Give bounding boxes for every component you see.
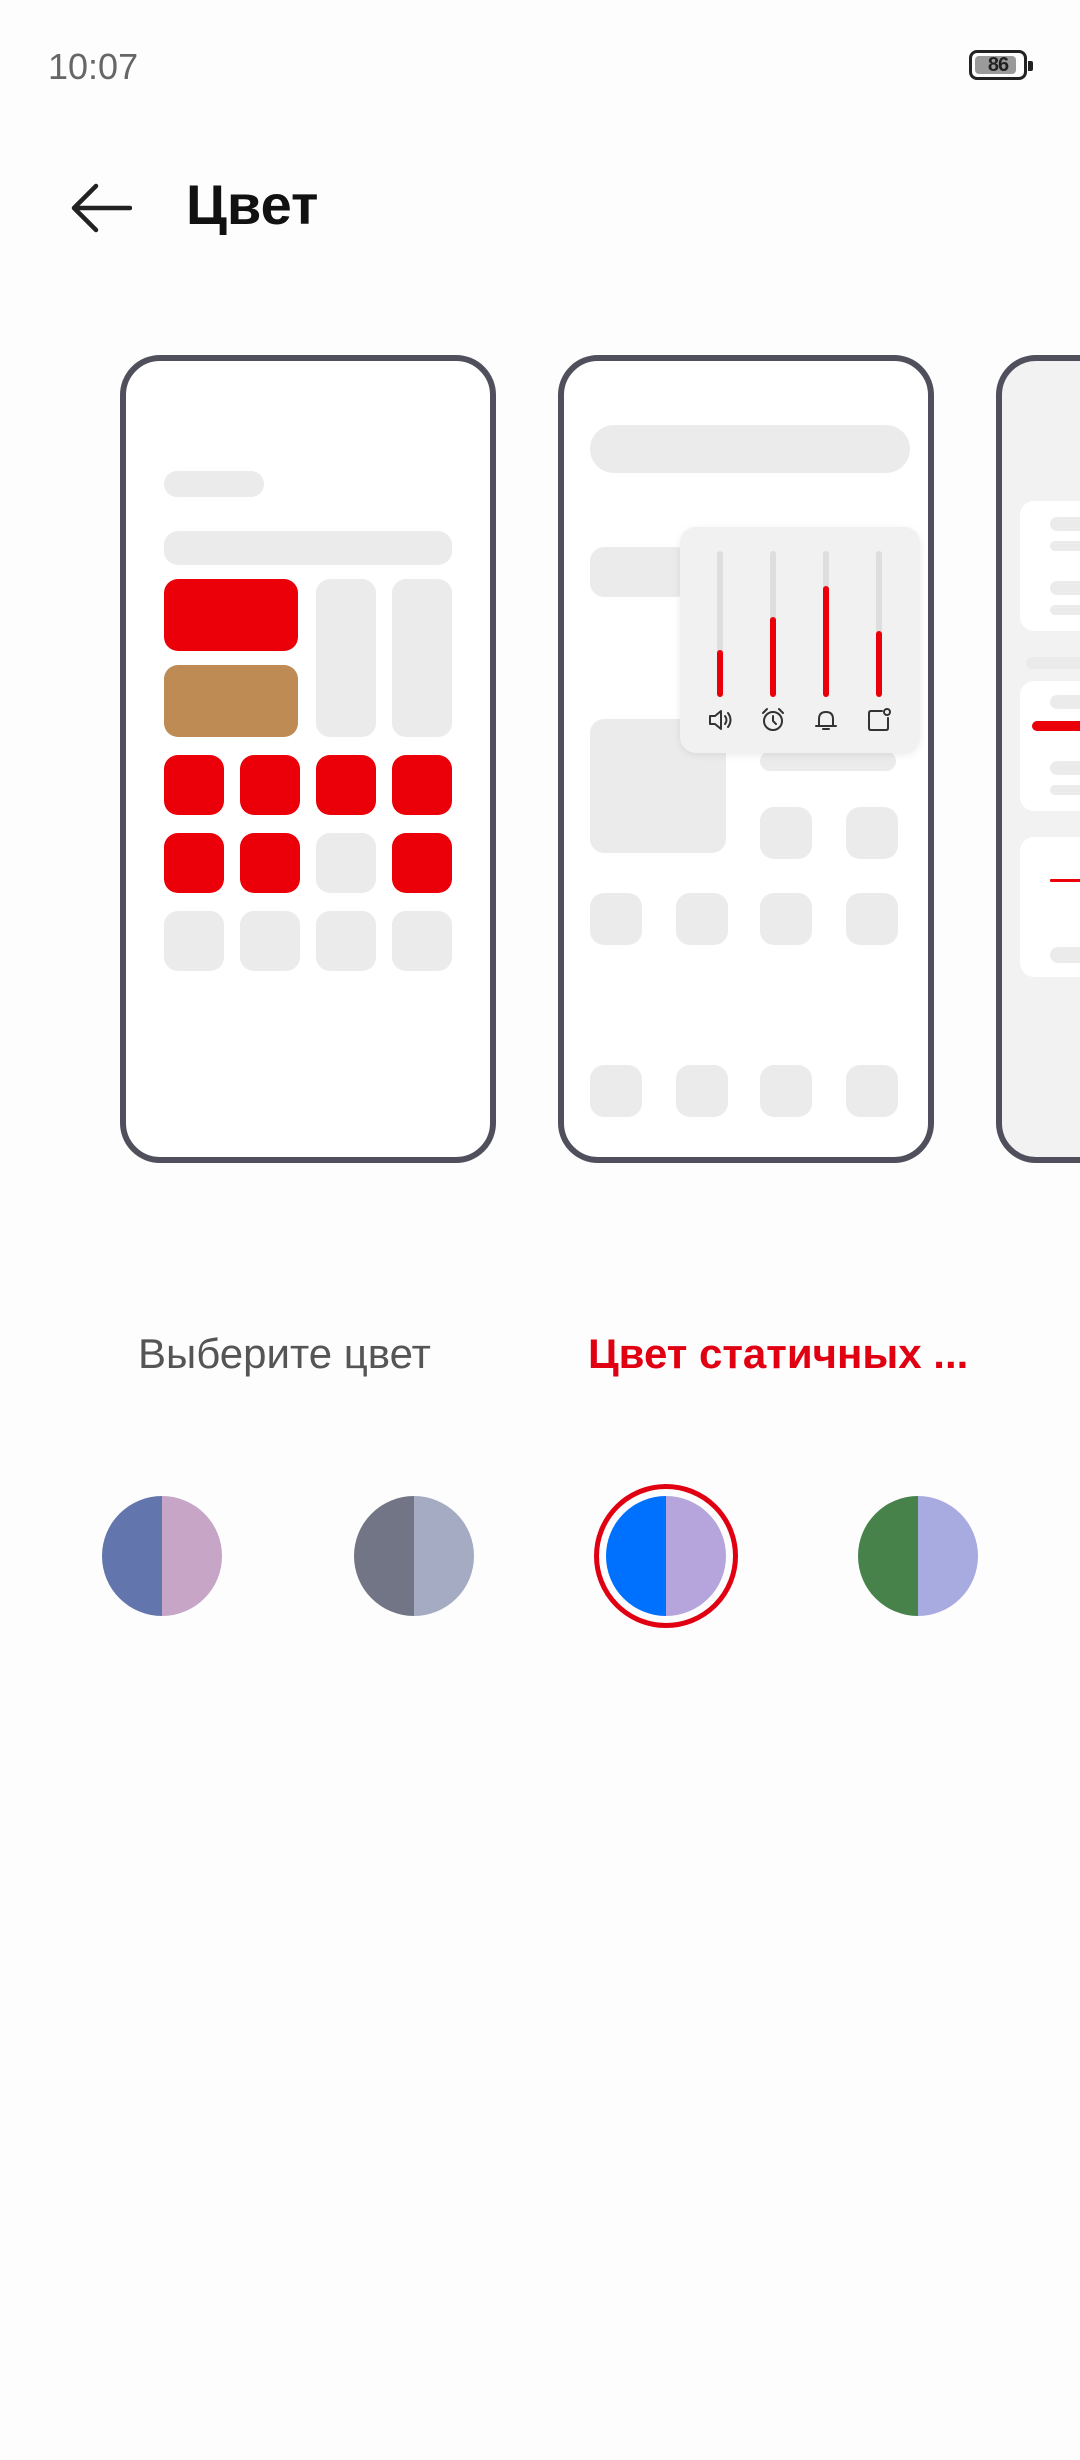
accent-app-icon xyxy=(164,833,224,893)
accent-app-icon xyxy=(392,833,452,893)
swatch-right-half xyxy=(918,1496,978,1616)
placeholder-app-icon xyxy=(760,1065,812,1117)
placeholder-widget xyxy=(392,579,452,737)
volume-slider-notification xyxy=(876,551,882,697)
volume-slider-fill xyxy=(770,616,776,697)
swatch-0[interactable] xyxy=(102,1496,222,1616)
preview-volume-panel[interactable] xyxy=(558,355,934,1163)
swatch-left-half xyxy=(606,1496,666,1616)
status-time: 10:07 xyxy=(48,46,139,87)
volume-slider-media xyxy=(717,551,723,697)
placeholder-app-icon xyxy=(846,1065,898,1117)
swatch-1[interactable] xyxy=(354,1496,474,1616)
swatch-right-half xyxy=(666,1496,726,1616)
page-title: Цвет xyxy=(186,173,319,236)
preview-settings[interactable] xyxy=(996,355,1080,1163)
placeholder-app-icon xyxy=(240,911,300,971)
swatch-right-half xyxy=(162,1496,222,1616)
placeholder-card xyxy=(1020,501,1080,631)
color-swatches xyxy=(0,1484,1080,1630)
placeholder-app-icon xyxy=(846,807,898,859)
notification-icon xyxy=(868,708,891,731)
swatch-3[interactable] xyxy=(858,1496,978,1616)
placeholder-bar xyxy=(1026,657,1080,669)
placeholder-bar xyxy=(760,751,896,771)
swatch-left-half xyxy=(858,1496,918,1616)
header: Цвет xyxy=(0,160,1080,250)
back-button[interactable] xyxy=(60,168,140,248)
swatch-left-half xyxy=(102,1496,162,1616)
placeholder-app-icon xyxy=(846,893,898,945)
placeholder-app-icon xyxy=(760,807,812,859)
preview-home-screen[interactable] xyxy=(120,355,496,1163)
volume-slider-fill xyxy=(876,631,882,697)
color-tabs: Выберите цвет Цвет статичных ... xyxy=(0,1330,1080,1390)
placeholder-app-icon xyxy=(316,833,376,893)
placeholder-card xyxy=(1020,837,1080,977)
placeholder-app-icon xyxy=(590,893,642,945)
status-bar: 10:07 86 xyxy=(0,0,1080,140)
accent-app-icon xyxy=(164,755,224,815)
volume-slider-alarm xyxy=(770,551,776,697)
placeholder-app-icon xyxy=(590,1065,642,1117)
battery-level: 86 xyxy=(987,53,1009,76)
secondary-widget xyxy=(164,665,298,737)
tab-choose-color[interactable]: Выберите цвет xyxy=(138,1330,431,1378)
accent-app-icon xyxy=(240,833,300,893)
battery-icon: 86 xyxy=(969,50,1033,80)
bell-icon xyxy=(815,711,837,730)
placeholder-app-icon xyxy=(392,911,452,971)
placeholder-card xyxy=(1020,681,1080,811)
volume-slider-fill xyxy=(717,650,723,697)
placeholder-app-icon xyxy=(760,893,812,945)
placeholder-app-icon xyxy=(676,893,728,945)
accent-widget xyxy=(164,579,298,651)
placeholder-search xyxy=(590,425,910,473)
speaker-icon xyxy=(709,710,732,730)
placeholder-app-icon xyxy=(316,911,376,971)
volume-panel xyxy=(680,527,920,753)
swatch-left-half xyxy=(354,1496,414,1616)
placeholder-app-icon xyxy=(164,911,224,971)
alarm-clock-icon xyxy=(762,708,784,731)
volume-slider-fill xyxy=(823,586,829,697)
accent-app-icon xyxy=(392,755,452,815)
placeholder-bar xyxy=(164,471,264,497)
volume-slider-ring xyxy=(823,551,829,697)
tab-static-color[interactable]: Цвет статичных ... xyxy=(588,1330,968,1378)
swatch-2[interactable] xyxy=(606,1496,726,1616)
swatch-right-half xyxy=(414,1496,474,1616)
accent-app-icon xyxy=(316,755,376,815)
arrow-left-icon xyxy=(71,183,132,233)
placeholder-app-icon xyxy=(676,1065,728,1117)
accent-app-icon xyxy=(240,755,300,815)
placeholder-widget xyxy=(316,579,376,737)
preview-carousel[interactable] xyxy=(0,355,1080,1170)
placeholder-search xyxy=(164,531,452,565)
placeholder-bar xyxy=(590,547,690,597)
